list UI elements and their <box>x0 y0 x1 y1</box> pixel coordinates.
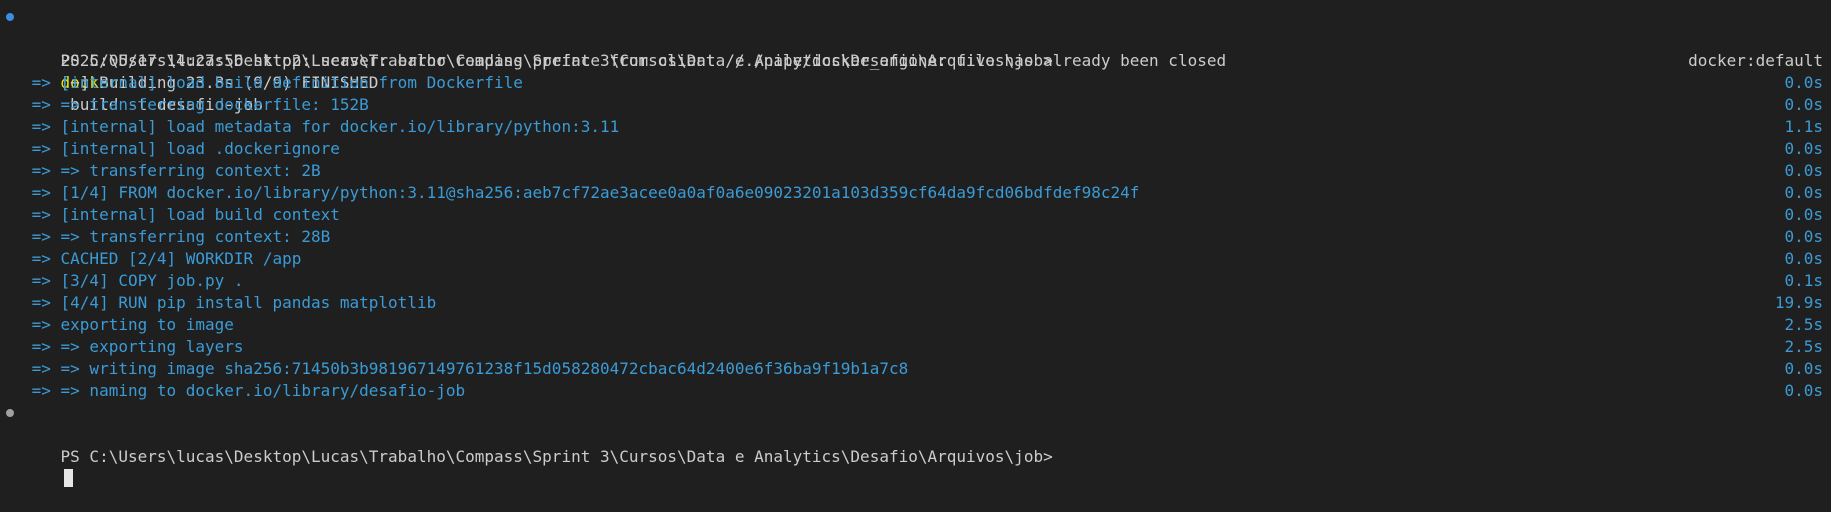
build-step-time: 0.1s <box>1784 271 1823 290</box>
build-step-text: => CACHED [2/4] WORKDIR /app <box>22 249 302 268</box>
build-step-line: => [1/4] FROM docker.io/library/python:3… <box>0 182 1831 204</box>
build-step-text: => [internal] load .dockerignore <box>22 139 340 158</box>
build-step-time: 2.5s <box>1784 315 1823 334</box>
build-step-time: 0.0s <box>1784 205 1823 224</box>
build-step-text: => [4/4] RUN pip install pandas matplotl… <box>22 293 437 312</box>
build-step-line: => => writing image sha256:71450b3b98196… <box>0 358 1831 380</box>
final-prompt: PS C:\Users\lucas\Desktop\Lucas\Trabalho… <box>60 447 1053 466</box>
build-step-text: => [internal] load build context <box>22 205 340 224</box>
build-step-line: => [internal] load build definition from… <box>0 72 1831 94</box>
build-step-time: 2.5s <box>1784 337 1823 356</box>
build-step-text: => => writing image sha256:71450b3b98196… <box>22 359 909 378</box>
command-line: PS C:\Users\lucas\Desktop\Lucas\Trabalho… <box>0 6 1831 114</box>
build-step-text: => => exporting layers <box>22 337 244 356</box>
build-step-time: 0.0s <box>1784 249 1823 268</box>
build-status-line: [+] Building 23.8s (9/9) FINISHED docker… <box>0 50 1831 92</box>
build-step-text: => => transferring dockerfile: 152B <box>22 95 369 114</box>
build-step-text: => => transferring context: 2B <box>22 161 321 180</box>
build-step-time: 0.0s <box>1784 161 1823 180</box>
build-step-text: => [internal] load metadata for docker.i… <box>22 117 620 136</box>
build-step-line: => [internal] load build context 0.0s <box>0 204 1831 226</box>
build-step-time: 19.9s <box>1774 293 1823 312</box>
build-step-text: => exporting to image <box>22 315 234 334</box>
terminal-output[interactable]: PS C:\Users\lucas\Desktop\Lucas\Trabalho… <box>0 0 1831 487</box>
build-step-line: => exporting to image 2.5s <box>0 314 1831 336</box>
build-step-time: 0.0s <box>1784 73 1823 92</box>
command-success-decoration[interactable] <box>6 13 14 21</box>
build-step-line: => [3/4] COPY job.py . 0.1s <box>0 270 1831 292</box>
build-step-time: 0.0s <box>1784 381 1823 400</box>
build-step-line: => CACHED [2/4] WORKDIR /app 0.0s <box>0 248 1831 270</box>
build-step-line: => => transferring context: 2B 0.0s <box>0 160 1831 182</box>
text-cursor <box>63 469 73 487</box>
build-step-line: => => naming to docker.io/library/desafi… <box>0 380 1831 402</box>
build-step-line: => => transferring dockerfile: 152B 0.0s <box>0 94 1831 116</box>
build-step-line: => [internal] load .dockerignore 0.0s <box>0 138 1831 160</box>
build-step-time: 0.0s <box>1784 95 1823 114</box>
build-step-text: => [1/4] FROM docker.io/library/python:3… <box>22 183 1140 202</box>
build-step-time: 0.0s <box>1784 139 1823 158</box>
build-steps: => [internal] load build definition from… <box>0 72 1831 402</box>
build-step-time: 0.0s <box>1784 183 1823 202</box>
command-idle-decoration[interactable] <box>6 409 14 417</box>
build-step-line: => [4/4] RUN pip install pandas matplotl… <box>0 292 1831 314</box>
build-step-time: 0.0s <box>1784 227 1823 246</box>
build-step-line: => => exporting layers 2.5s <box>0 336 1831 358</box>
build-step-text: => [3/4] COPY job.py . <box>22 271 244 290</box>
build-step-text: => [internal] load build definition from… <box>22 73 523 92</box>
build-step-text: => => naming to docker.io/library/desafi… <box>22 381 466 400</box>
build-step-time: 1.1s <box>1784 117 1823 136</box>
build-step-time: 0.0s <box>1784 359 1823 378</box>
error-line: 2025/05/17 14:27:56 http2: server: error… <box>0 28 1831 70</box>
builder-name: docker:default <box>1688 51 1823 70</box>
build-step-text: => => transferring context: 28B <box>22 227 331 246</box>
build-step-line: => [internal] load metadata for docker.i… <box>0 116 1831 138</box>
final-prompt-line[interactable]: PS C:\Users\lucas\Desktop\Lucas\Trabalho… <box>0 402 1831 487</box>
build-step-line: => => transferring context: 28B 0.0s <box>0 226 1831 248</box>
